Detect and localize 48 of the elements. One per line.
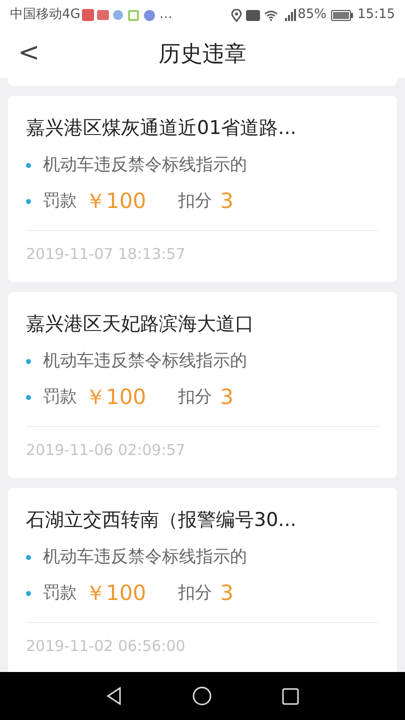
bullet-icon [26, 199, 31, 204]
fine-amount: ￥100 [85, 188, 146, 215]
app-icon [82, 9, 94, 21]
app-icon [128, 10, 140, 20]
fine-amount: ￥100 [85, 580, 146, 607]
battery-icon [330, 10, 353, 20]
bullet-icon [26, 591, 31, 596]
page-title: 历史违章 [158, 40, 246, 68]
fine-label: 罚款 [43, 386, 77, 409]
violation-card[interactable]: 嘉兴港区煤灰通道近01省道路... 机动车违反禁令标线指示的 罚款 ￥100 扣分 3 2019-11-07 18:13:57 [8, 96, 397, 282]
recents-icon[interactable] [282, 688, 299, 704]
fine-label: 罚款 [43, 190, 77, 213]
home-icon[interactable] [192, 686, 212, 706]
more-text: … [159, 6, 172, 24]
bullet-icon [26, 162, 31, 168]
carrier-text: 中国移动4G [10, 6, 80, 24]
app-icon [97, 10, 110, 20]
app-icon [113, 10, 124, 20]
violation-card[interactable]: 嘉兴港区天妃路滨海大道口 机动车违反禁令标线指示的 罚款 ￥100 扣分 3 2019-11-06 02:09:57 [8, 292, 397, 478]
bullet-icon [26, 358, 31, 364]
back-icon[interactable] [106, 687, 122, 705]
bullet-icon [26, 554, 31, 560]
location-icon [230, 8, 242, 22]
violation-card[interactable]: 石湖立交西转南（报警编号30... 机动车违反禁令标线指示的 罚款 ￥100 扣分 3 2019-11-02 06:56:00 [8, 488, 397, 672]
fine-label: 罚款 [43, 582, 77, 605]
bullet-icon [26, 395, 31, 400]
points-value: 3 [220, 384, 234, 411]
points-label: 扣分 [178, 582, 212, 605]
timestamp: 2019-11-07 18:13:57 [26, 244, 186, 264]
violation-text: 机动车违反禁令标线指示的 [43, 546, 247, 568]
clock-text: 15:15 [358, 6, 395, 24]
points-value: 3 [220, 188, 234, 215]
points-label: 扣分 [178, 386, 212, 409]
points-label: 扣分 [178, 190, 212, 213]
hd-icon [246, 10, 260, 20]
timestamp: 2019-11-06 02:09:57 [26, 440, 186, 460]
violation-text: 机动车违反禁令标线指示的 [43, 350, 247, 372]
timestamp: 2019-11-02 06:56:00 [26, 636, 186, 656]
wifi-icon [264, 10, 278, 20]
points-value: 3 [220, 580, 234, 607]
app-icon [144, 10, 156, 20]
location-text: 嘉兴港区天妃路滨海大道口 [26, 312, 255, 337]
battery-text: 85% [298, 6, 327, 24]
location-text: 石湖立交西转南（报警编号30... [26, 508, 298, 533]
fine-amount: ￥100 [85, 384, 146, 411]
violation-text: 机动车违反禁令标线指示的 [43, 154, 247, 176]
back-button[interactable]: < [16, 38, 42, 68]
location-text: 嘉兴港区煤灰通道近01省道路... [26, 116, 298, 141]
